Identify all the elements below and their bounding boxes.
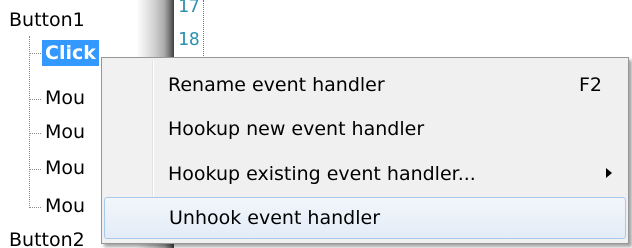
- tree-node-click-selected[interactable]: Click: [42, 40, 99, 66]
- designer-stage: 17 18 Button1 Click Mou Mou Mou Mou Butt…: [0, 0, 632, 248]
- menu-item-label: Unhook event handler: [169, 207, 381, 229]
- menu-item-rename-event-handler[interactable]: Rename event handler F2: [104, 64, 626, 106]
- line-number: 17: [178, 0, 200, 17]
- tree-node-button1[interactable]: Button1: [9, 8, 85, 32]
- tree-connector: [29, 169, 41, 170]
- tree-node-mouse-event[interactable]: Mou: [45, 156, 85, 180]
- tree-connector: [29, 36, 30, 208]
- menu-item-shortcut: F2: [578, 74, 602, 96]
- editor-margin-line: [203, 0, 204, 60]
- context-menu: Rename event handler F2 Hookup new event…: [101, 57, 629, 244]
- menu-item-label: Rename event handler: [168, 74, 385, 96]
- tree-connector: [29, 53, 41, 54]
- submenu-arrow-icon: [606, 168, 612, 178]
- tree-node-mouse-event[interactable]: Mou: [45, 194, 85, 218]
- menu-item-label: Hookup existing event handler...: [168, 163, 476, 185]
- tree-node-mouse-event[interactable]: Mou: [45, 86, 85, 110]
- line-number: 18: [178, 29, 200, 50]
- tree-connector: [29, 207, 41, 208]
- menu-item-hookup-new-event-handler[interactable]: Hookup new event handler: [104, 108, 626, 150]
- tree-node-mouse-event[interactable]: Mou: [45, 120, 85, 144]
- tree-connector: [29, 99, 41, 100]
- menu-item-label: Hookup new event handler: [168, 118, 425, 140]
- menu-item-unhook-event-handler[interactable]: Unhook event handler: [104, 197, 626, 239]
- tree-node-button2[interactable]: Button2: [9, 228, 85, 248]
- menu-item-hookup-existing-event-handler[interactable]: Hookup existing event handler...: [104, 153, 626, 195]
- tree-connector: [29, 133, 41, 134]
